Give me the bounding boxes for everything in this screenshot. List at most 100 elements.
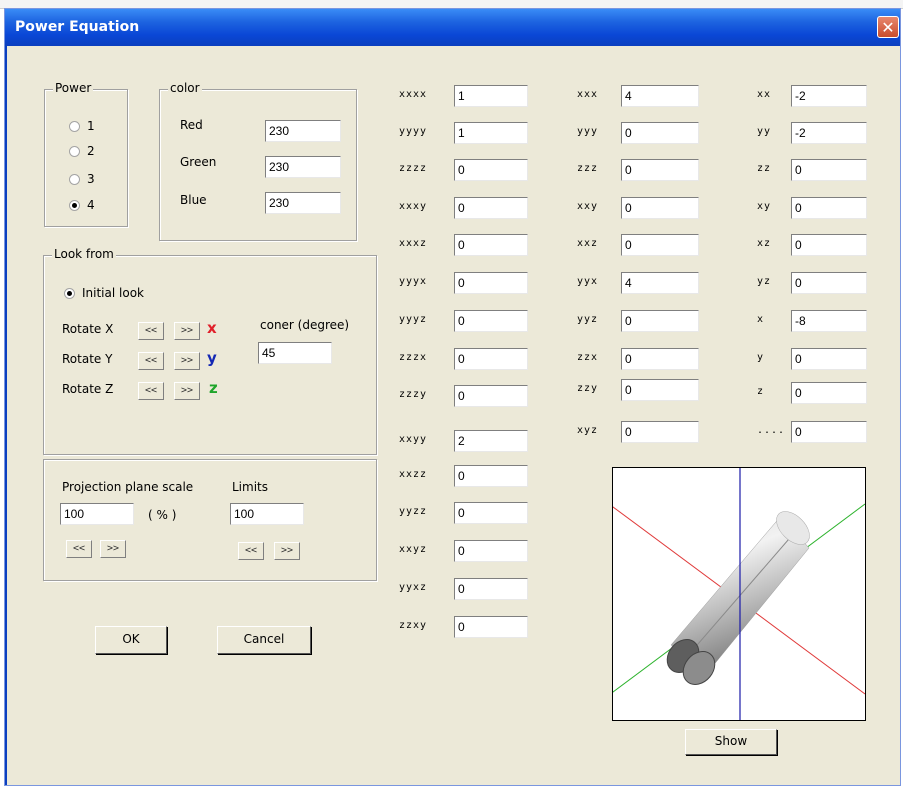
coefficient-field[interactable]: 1 bbox=[454, 122, 528, 144]
red-label: Red bbox=[180, 118, 203, 132]
show-button[interactable]: Show bbox=[685, 729, 777, 755]
green-field[interactable]: 230 bbox=[265, 156, 341, 178]
surface-render bbox=[613, 468, 865, 720]
rotate-y-right-button[interactable]: >> bbox=[174, 352, 200, 370]
coefficient-field[interactable]: 0 bbox=[621, 234, 699, 256]
projection-scale-field[interactable]: 100 bbox=[60, 503, 134, 525]
3d-preview-viewport[interactable] bbox=[612, 467, 866, 721]
blue-label: Blue bbox=[180, 193, 207, 207]
coefficient-field[interactable]: 0 bbox=[454, 465, 528, 487]
coefficient-term-label: yyx bbox=[577, 276, 599, 287]
power-radio-1[interactable] bbox=[69, 121, 80, 132]
z-axis-icon: z bbox=[209, 379, 218, 397]
rotate-y-left-button[interactable]: << bbox=[138, 352, 164, 370]
coefficient-field[interactable]: 0 bbox=[454, 502, 528, 524]
power-radio-2[interactable] bbox=[69, 146, 80, 157]
close-button[interactable]: ✕ bbox=[877, 16, 899, 38]
ok-button[interactable]: OK bbox=[95, 626, 167, 654]
rotate-x-label: Rotate X bbox=[62, 322, 114, 336]
coefficient-term-label: yyyy bbox=[399, 126, 428, 137]
coefficient-field[interactable]: -2 bbox=[791, 122, 867, 144]
coefficient-field[interactable]: 0 bbox=[454, 385, 528, 407]
coefficient-term-label: x bbox=[757, 314, 765, 325]
coefficient-field[interactable]: 0 bbox=[791, 272, 867, 294]
projection-group: Projection plane scale 100 ( % ) << >> L… bbox=[43, 459, 377, 581]
color-group-label: color bbox=[168, 81, 202, 95]
coefficient-field[interactable]: 0 bbox=[791, 234, 867, 256]
title-bar[interactable]: Power Equation ✕ bbox=[5, 9, 900, 46]
coefficient-term-label: xxy bbox=[577, 201, 599, 212]
blue-field[interactable]: 230 bbox=[265, 192, 341, 214]
coefficient-term-label: yyyx bbox=[399, 276, 428, 287]
coefficient-field[interactable]: 0 bbox=[454, 348, 528, 370]
coefficient-term-label: zzz bbox=[577, 163, 599, 174]
coefficient-field[interactable]: 0 bbox=[454, 272, 528, 294]
coefficient-term-label: xxxy bbox=[399, 201, 428, 212]
coefficient-field[interactable]: 0 bbox=[454, 578, 528, 600]
rotate-x-right-button[interactable]: >> bbox=[174, 322, 200, 340]
coefficient-term-label: yz bbox=[757, 276, 772, 287]
coefficient-term-label: xz bbox=[757, 238, 772, 249]
coefficient-field[interactable]: 0 bbox=[621, 159, 699, 181]
coefficient-term-label: xxx bbox=[577, 89, 599, 100]
coefficient-field[interactable]: 0 bbox=[621, 348, 699, 370]
coefficient-term-label: zzx bbox=[577, 352, 599, 363]
green-label: Green bbox=[180, 155, 217, 169]
coefficient-field[interactable]: -8 bbox=[791, 310, 867, 332]
power-option-2-label: 2 bbox=[87, 144, 95, 158]
power-radio-4[interactable] bbox=[69, 200, 80, 211]
coefficient-term-label: zzzx bbox=[399, 352, 428, 363]
look-from-group-label: Look from bbox=[52, 247, 116, 261]
power-group-label: Power bbox=[53, 81, 94, 95]
rotate-x-left-button[interactable]: << bbox=[138, 322, 164, 340]
power-equation-dialog: Power Equation ✕ Power 1 2 3 4 color Red… bbox=[4, 8, 901, 786]
coefficient-term-label: zzzy bbox=[399, 389, 428, 400]
coefficient-field[interactable]: 0 bbox=[454, 616, 528, 638]
coefficient-term-label: z bbox=[757, 386, 765, 397]
corner-degree-field[interactable]: 45 bbox=[258, 342, 332, 364]
limits-field[interactable]: 100 bbox=[230, 503, 304, 525]
coefficient-field[interactable]: 0 bbox=[791, 197, 867, 219]
coefficient-field[interactable]: 0 bbox=[454, 234, 528, 256]
coefficient-field[interactable]: 4 bbox=[621, 272, 699, 294]
coefficient-field[interactable]: 0 bbox=[621, 421, 699, 443]
coefficient-term-label: yyz bbox=[577, 314, 599, 325]
coefficient-field[interactable]: 0 bbox=[621, 310, 699, 332]
coefficient-term-label: xxxz bbox=[399, 238, 428, 249]
coefficient-field[interactable]: 0 bbox=[791, 348, 867, 370]
scale-left-button[interactable]: << bbox=[66, 540, 92, 558]
limits-right-button[interactable]: >> bbox=[274, 542, 300, 560]
coefficient-field[interactable]: 0 bbox=[454, 540, 528, 562]
rotate-z-right-button[interactable]: >> bbox=[174, 382, 200, 400]
coefficient-field[interactable]: 1 bbox=[454, 85, 528, 107]
coefficient-field[interactable]: 0 bbox=[621, 379, 699, 401]
scale-right-button[interactable]: >> bbox=[100, 540, 126, 558]
coefficient-field[interactable]: 0 bbox=[621, 122, 699, 144]
coefficient-field[interactable]: 0 bbox=[791, 421, 867, 443]
coefficient-field[interactable]: 0 bbox=[454, 159, 528, 181]
window-border bbox=[5, 46, 7, 785]
cancel-button[interactable]: Cancel bbox=[217, 626, 311, 654]
power-radio-3[interactable] bbox=[69, 174, 80, 185]
initial-look-radio[interactable] bbox=[64, 288, 75, 299]
coefficient-field[interactable]: 4 bbox=[621, 85, 699, 107]
coefficient-field[interactable]: 2 bbox=[454, 430, 528, 452]
coefficient-term-label: yyy bbox=[577, 126, 599, 137]
rotate-z-left-button[interactable]: << bbox=[138, 382, 164, 400]
red-field[interactable]: 230 bbox=[265, 120, 341, 142]
limits-left-button[interactable]: << bbox=[238, 542, 264, 560]
coefficient-term-label: zzxy bbox=[399, 620, 428, 631]
coefficient-field[interactable]: 0 bbox=[454, 197, 528, 219]
y-axis-icon: y bbox=[207, 349, 217, 367]
cylinder-surface bbox=[666, 511, 810, 685]
coefficient-field[interactable]: 0 bbox=[791, 159, 867, 181]
coefficient-field[interactable]: 0 bbox=[621, 197, 699, 219]
coefficient-field[interactable]: -2 bbox=[791, 85, 867, 107]
coefficient-field[interactable]: 0 bbox=[791, 382, 867, 404]
coefficient-field[interactable]: 0 bbox=[454, 310, 528, 332]
coefficient-term-label: yy bbox=[757, 126, 772, 137]
coefficient-term-label: xxxx bbox=[399, 89, 428, 100]
dialog-title: Power Equation bbox=[15, 19, 140, 35]
coefficient-term-label: zz bbox=[757, 163, 772, 174]
rotate-y-label: Rotate Y bbox=[62, 352, 113, 366]
